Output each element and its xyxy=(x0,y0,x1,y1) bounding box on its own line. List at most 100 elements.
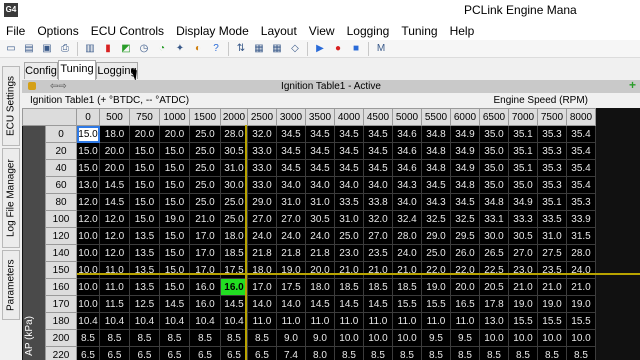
table-cell[interactable]: 20.0 xyxy=(450,278,480,296)
table-cell[interactable]: 21.0 xyxy=(566,278,596,296)
table-cell[interactable]: 30.0 xyxy=(220,176,248,194)
row-header[interactable]: 150 xyxy=(45,261,77,279)
row-header[interactable]: 220 xyxy=(45,346,77,360)
table-cell[interactable]: 35.0 xyxy=(479,125,509,143)
column-header[interactable]: 7000 xyxy=(508,108,538,126)
table-cell[interactable]: 30.0 xyxy=(479,227,509,245)
table-cell[interactable]: 23.5 xyxy=(537,261,567,279)
table-cell[interactable]: 31.5 xyxy=(566,227,596,245)
column-header[interactable]: 5000 xyxy=(392,108,422,126)
table-cell[interactable]: 28.0 xyxy=(220,125,248,143)
table-cell[interactable]: 12.0 xyxy=(76,210,100,228)
table-cell[interactable]: 34.5 xyxy=(305,125,335,143)
tab-tuning[interactable]: Tuning xyxy=(58,60,96,80)
table-cell[interactable]: 28.0 xyxy=(392,227,422,245)
table-cell[interactable]: 8.5 xyxy=(566,346,596,360)
table-cell[interactable]: 8.5 xyxy=(537,346,567,360)
column-header[interactable]: 5500 xyxy=(421,108,451,126)
table-cell[interactable]: 15.0 xyxy=(159,261,190,279)
table-cell[interactable]: 16.0 xyxy=(189,278,221,296)
print-icon[interactable]: ⎙ xyxy=(58,42,72,56)
row-header[interactable]: 180 xyxy=(45,312,77,330)
table-cell[interactable]: 8.5 xyxy=(189,329,221,347)
table-cell[interactable]: 30.5 xyxy=(220,142,248,160)
table-cell[interactable]: 15.0 xyxy=(159,142,190,160)
table-cell[interactable]: 25.0 xyxy=(421,244,451,262)
side-tab-parameters[interactable]: Parameters xyxy=(2,250,20,320)
table-cell[interactable]: 15.0 xyxy=(129,142,160,160)
table-cell[interactable]: 34.3 xyxy=(421,193,451,211)
table-cell[interactable]: 32.0 xyxy=(363,210,393,228)
table-cell[interactable]: 21.0 xyxy=(334,261,364,279)
row-header[interactable]: 20 xyxy=(45,142,77,160)
table-cell[interactable]: 22.0 xyxy=(450,261,480,279)
table-cell[interactable]: 34.5 xyxy=(276,125,306,143)
table-cell[interactable]: 11.0 xyxy=(247,312,277,330)
table-cell[interactable]: 15.5 xyxy=(566,312,596,330)
table-cell[interactable]: 34.6 xyxy=(392,142,422,160)
column-header[interactable]: 8000 xyxy=(566,108,596,126)
table-cell[interactable]: 8.5 xyxy=(450,346,480,360)
table-cell[interactable]: 34.8 xyxy=(479,193,509,211)
table-cell[interactable]: 34.8 xyxy=(421,142,451,160)
table-cell[interactable]: 20.5 xyxy=(479,278,509,296)
table-cell[interactable]: 22.0 xyxy=(421,261,451,279)
table-cell[interactable]: 30.5 xyxy=(305,210,335,228)
row-header[interactable]: 200 xyxy=(45,329,77,347)
ecu-icon[interactable]: ▦ xyxy=(252,42,266,56)
table-cell[interactable]: 27.0 xyxy=(276,210,306,228)
side-tab-log-file-manager[interactable]: Log File Manager xyxy=(2,148,20,248)
table-cell[interactable]: 32.4 xyxy=(392,210,422,228)
table-cell[interactable]: 25.0 xyxy=(220,193,248,211)
column-header[interactable]: 2500 xyxy=(247,108,277,126)
table-cell[interactable]: 20.0 xyxy=(305,261,335,279)
table-cell[interactable]: 24.0 xyxy=(566,261,596,279)
table-cell[interactable]: 11.0 xyxy=(99,278,130,296)
record-icon[interactable]: ● xyxy=(331,42,345,56)
table-cell[interactable]: 25.0 xyxy=(189,142,221,160)
table-cell[interactable]: 11.0 xyxy=(392,312,422,330)
table-cell[interactable]: 34.9 xyxy=(450,125,480,143)
table-cell[interactable]: 29.0 xyxy=(247,193,277,211)
table-cell[interactable]: 11.0 xyxy=(450,312,480,330)
menu-ecu-controls[interactable]: ECU Controls xyxy=(85,22,170,40)
table-cell[interactable]: 10.0 xyxy=(334,329,364,347)
table-cell[interactable]: 34.5 xyxy=(334,125,364,143)
table-cell[interactable]: 34.9 xyxy=(508,193,538,211)
table-cell[interactable]: 11.0 xyxy=(305,312,335,330)
side-tab-ecu-settings[interactable]: ECU Settings xyxy=(2,66,20,146)
table-cell[interactable]: 11.0 xyxy=(334,312,364,330)
table-cell[interactable]: 34.5 xyxy=(450,193,480,211)
table-cell[interactable]: 16.5 xyxy=(450,295,480,313)
row-header[interactable]: 160 xyxy=(45,278,77,296)
table-cell[interactable]: 14.0 xyxy=(247,295,277,313)
menu-layout[interactable]: Layout xyxy=(255,22,303,40)
row-header[interactable]: 100 xyxy=(45,210,77,228)
table-cell[interactable]: 8.5 xyxy=(392,346,422,360)
table-cell[interactable]: 34.6 xyxy=(392,125,422,143)
table-cell[interactable]: 34.5 xyxy=(363,142,393,160)
table-cell[interactable]: 17.0 xyxy=(189,261,221,279)
table-cell[interactable]: 19.0 xyxy=(421,278,451,296)
table-cell[interactable]: 17.5 xyxy=(276,278,306,296)
table-cell[interactable]: 12.0 xyxy=(76,193,100,211)
table-cell[interactable]: 34.5 xyxy=(363,159,393,177)
table-cell[interactable]: 21.0 xyxy=(392,261,422,279)
help-icon[interactable]: ? xyxy=(209,42,223,56)
table-cell[interactable]: 15.0 xyxy=(76,125,100,143)
table-cell[interactable]: 31.0 xyxy=(305,193,335,211)
table-cell[interactable]: 11.5 xyxy=(99,295,130,313)
table-cell[interactable]: 10.0 xyxy=(392,329,422,347)
table-cell[interactable]: 34.9 xyxy=(450,159,480,177)
table-cell[interactable]: 6.5 xyxy=(247,346,277,360)
table-cell[interactable]: 20.0 xyxy=(129,125,160,143)
menu-help[interactable]: Help xyxy=(444,22,481,40)
table-cell[interactable]: 27.0 xyxy=(363,227,393,245)
table-cell[interactable]: 18.0 xyxy=(99,125,130,143)
table-cell[interactable]: 20.0 xyxy=(99,142,130,160)
table-cell[interactable]: 31.0 xyxy=(537,227,567,245)
table-cell[interactable]: 18.5 xyxy=(363,278,393,296)
column-header[interactable]: 500 xyxy=(99,108,130,126)
table-cell[interactable]: 33.0 xyxy=(247,159,277,177)
table-cell[interactable]: 20.0 xyxy=(99,159,130,177)
